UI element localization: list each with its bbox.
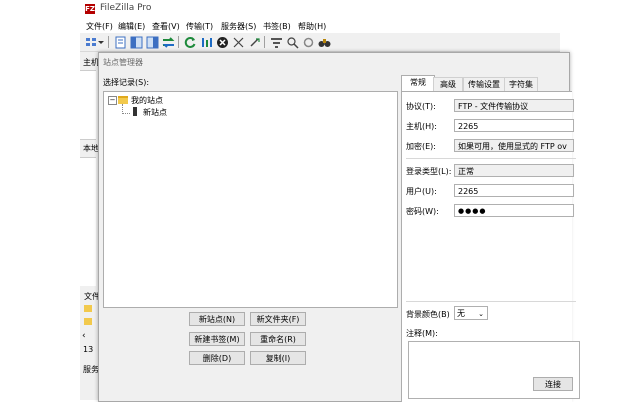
tab-general[interactable]: 常规 <box>401 75 435 92</box>
toolbar <box>80 33 560 52</box>
encryption-label: 加密(E): <box>406 142 436 151</box>
site-tree[interactable]: − 我的站点 新站点 <box>103 91 398 308</box>
message-log-pane <box>80 70 96 140</box>
menu-bar: 文件(F) 编辑(E) 查看(V) 传输(T) 服务器(S) 书签(B) 帮助(… <box>80 18 560 33</box>
host-label: 主机(H): <box>406 122 437 131</box>
general-tab-panel: 协议(T): FTP - 文件传输协议 主机(H): 2265 加密(E): 如… <box>401 91 580 402</box>
site-manager-icon[interactable] <box>84 35 98 49</box>
menu-view[interactable]: 查看(V) <box>152 21 180 32</box>
menu-server[interactable]: 服务器(S) <box>221 21 256 32</box>
tab-transfer-settings[interactable]: 传输设置 <box>463 77 505 91</box>
reconnect-icon[interactable] <box>247 35 261 49</box>
menu-edit[interactable]: 编辑(E) <box>118 21 145 32</box>
sync-browse-icon[interactable] <box>301 35 315 49</box>
new-site-button[interactable]: 新站点(N) <box>189 312 245 326</box>
copy-button[interactable]: 复制(I) <box>250 351 306 365</box>
delete-button[interactable]: 删除(D) <box>189 351 245 365</box>
background-color-label: 背景颜色(B) <box>406 310 450 319</box>
select-entry-label: 选择记录(S): <box>103 78 150 87</box>
chevron-down-icon: ⌄ <box>478 310 484 318</box>
section-divider <box>406 301 576 302</box>
background-color-value: 无 <box>457 309 465 318</box>
toolbar-divider <box>178 36 179 48</box>
tree-item-new-site[interactable]: 新站点 <box>143 107 167 118</box>
menu-transfer[interactable]: 传输(T) <box>186 21 213 32</box>
logon-type-select[interactable]: 正常 <box>454 164 574 177</box>
connect-button[interactable]: 连接 <box>533 377 573 391</box>
tree-connector <box>122 113 130 115</box>
quickconnect-host-label: 主机 <box>83 58 99 67</box>
background-color-select[interactable]: 无 ⌄ <box>454 306 488 320</box>
window-title: FileZilla Pro <box>100 3 152 13</box>
protocol-select[interactable]: FTP - 文件传输协议 <box>454 99 574 112</box>
process-queue-icon[interactable] <box>199 35 213 49</box>
menu-bookmarks[interactable]: 书签(B) <box>263 21 291 32</box>
file-count-text: 13 <box>83 345 94 354</box>
host-input[interactable]: 2265 <box>454 119 574 132</box>
dialog-title: 站点管理器 <box>103 58 143 67</box>
site-manager-dialog: 站点管理器 选择记录(S): − 我的站点 新站点 新站点(N) 新文件夹(F)… <box>98 52 580 402</box>
folder-icon <box>84 318 92 325</box>
transfer-queue-icon[interactable] <box>161 35 175 49</box>
filezilla-logo-icon: FZ <box>85 4 95 14</box>
chevron-down-icon[interactable] <box>97 35 105 49</box>
server-column-header: 服务 <box>83 365 99 374</box>
filter-icon[interactable] <box>269 35 283 49</box>
refresh-icon[interactable] <box>183 35 197 49</box>
folder-icon <box>118 96 128 104</box>
server-icon <box>133 107 137 116</box>
remote-tree-icon[interactable] <box>145 35 159 49</box>
rename-button[interactable]: 重命名(R) <box>250 332 306 346</box>
user-label: 用户(U): <box>406 187 437 196</box>
tab-charset[interactable]: 字符集 <box>504 77 538 91</box>
disconnect-icon[interactable] <box>231 35 245 49</box>
logon-type-label: 登录类型(L): <box>406 167 452 176</box>
search-icon[interactable] <box>317 35 331 49</box>
section-divider <box>406 158 576 159</box>
notes-label: 注释(M): <box>406 329 438 338</box>
toolbar-divider <box>264 36 265 48</box>
message-log-icon[interactable] <box>113 35 127 49</box>
collapse-toggle-icon[interactable]: − <box>108 96 117 105</box>
password-input[interactable]: ●●●● <box>454 204 574 217</box>
tab-advanced[interactable]: 高级 <box>433 77 463 91</box>
compare-icon[interactable] <box>285 35 299 49</box>
toolbar-divider <box>108 36 109 48</box>
folder-icon <box>84 305 92 312</box>
local-tree-pane <box>80 157 96 286</box>
menu-help[interactable]: 帮助(H) <box>298 21 326 32</box>
encryption-select[interactable]: 如果可用，使用显式的 FTP ov <box>454 139 574 152</box>
user-input[interactable]: 2265 <box>454 184 574 197</box>
menu-file[interactable]: 文件(F) <box>86 21 113 32</box>
tree-root-my-sites[interactable]: 我的站点 <box>131 95 163 106</box>
protocol-label: 协议(T): <box>406 102 436 111</box>
new-folder-button[interactable]: 新文件夹(F) <box>250 312 306 326</box>
local-tree-icon[interactable] <box>129 35 143 49</box>
scroll-left-icon[interactable]: ‹ <box>82 331 86 341</box>
title-bar: FZ FileZilla Pro <box>80 0 560 18</box>
new-bookmark-button[interactable]: 新建书签(M) <box>189 332 245 346</box>
local-site-label: 本地 <box>83 144 99 153</box>
password-label: 密码(W): <box>406 207 439 216</box>
cancel-icon[interactable] <box>215 35 229 49</box>
